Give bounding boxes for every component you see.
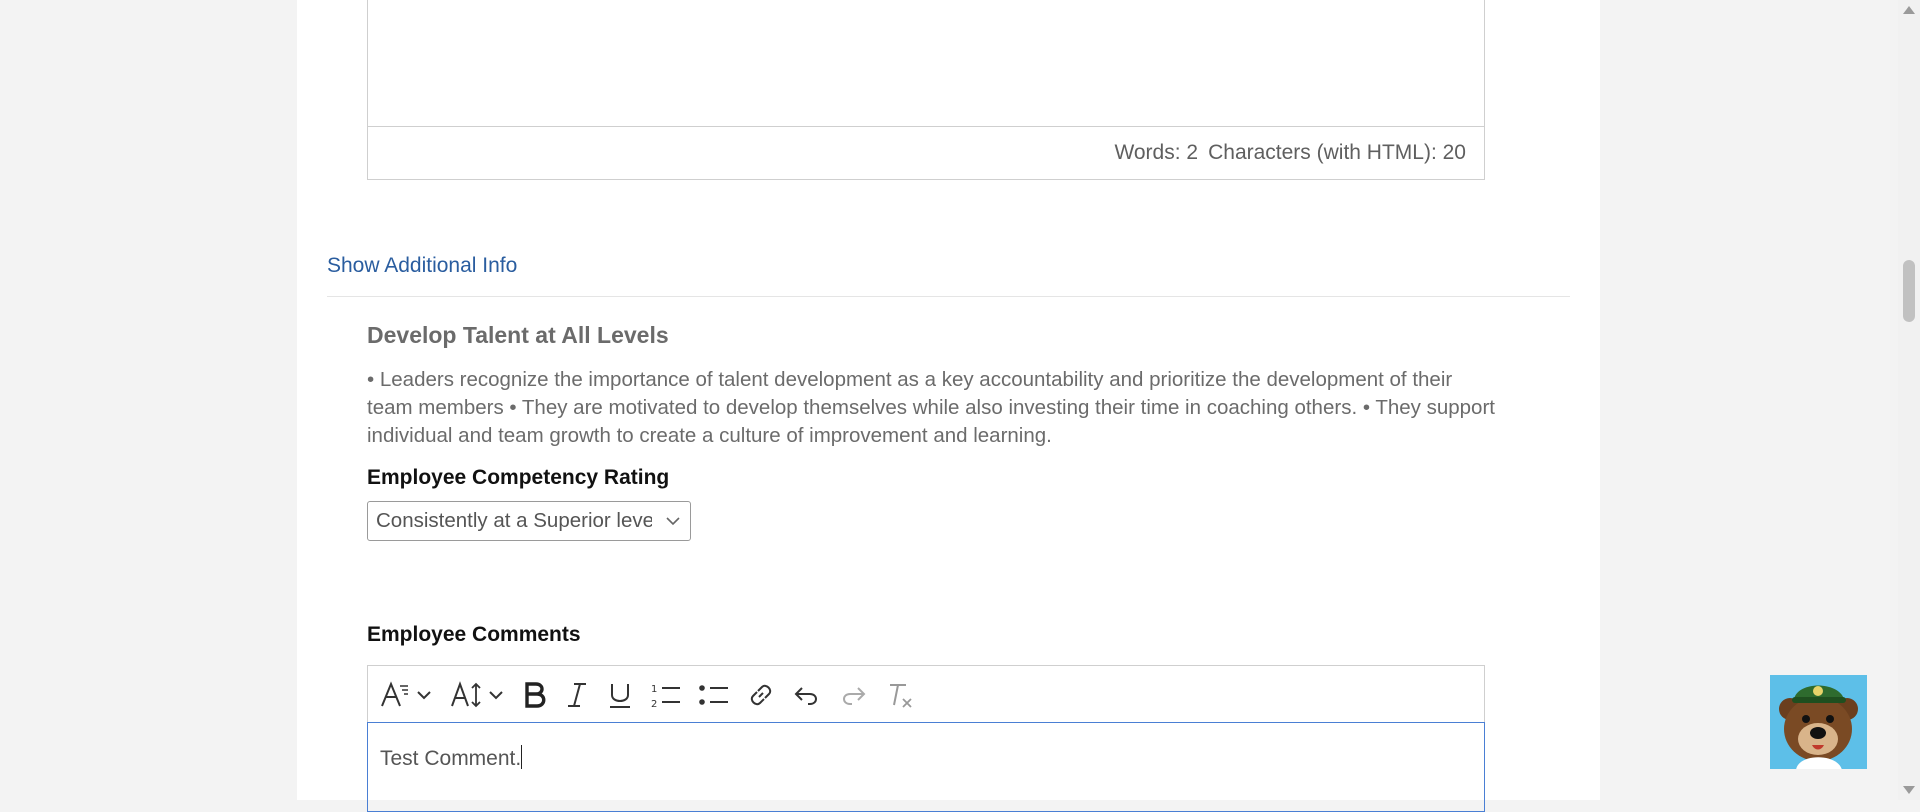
link-icon [750, 684, 772, 705]
comments-editor[interactable]: Test Comment. [367, 722, 1485, 812]
svg-text:2: 2 [651, 699, 657, 710]
underline-icon [610, 683, 630, 708]
italic-icon [568, 682, 586, 707]
main-content: Words: 2 Characters (with HTML): 20 Show… [297, 0, 1600, 812]
vertical-scrollbar[interactable] [1898, 0, 1920, 800]
undo-button[interactable] [792, 677, 822, 713]
bullet-list-button[interactable] [698, 677, 730, 713]
bear-mascot-avatar[interactable] [1770, 675, 1867, 769]
rating-selected-value: Consistently at a Superior level [376, 509, 652, 532]
bold-icon [525, 681, 546, 708]
text-caret [521, 745, 523, 769]
scroll-down-arrow-icon[interactable] [1903, 786, 1915, 794]
redo-icon [843, 686, 866, 705]
ordered-list-button[interactable]: 1 2 [650, 677, 682, 713]
bullet-list-icon [699, 684, 728, 705]
clear-format-button[interactable] [884, 677, 914, 713]
font-style-icon [381, 680, 431, 706]
previous-editor-area[interactable] [367, 0, 1485, 126]
show-additional-info-link[interactable]: Show Additional Info [327, 254, 517, 278]
word-count: Words: 2 [1114, 141, 1199, 164]
rating-label: Employee Competency Rating [367, 466, 670, 489]
comments-text: Test Comment. [380, 747, 522, 770]
scroll-thumb[interactable] [1903, 260, 1915, 322]
ordered-list-icon: 1 2 [651, 684, 680, 710]
comments-label: Employee Comments [367, 623, 581, 646]
bear-mascot-icon [1779, 685, 1858, 769]
competency-title: Develop Talent at All Levels [367, 322, 669, 348]
divider [327, 296, 1570, 297]
editor-toolbar: 1 2 [367, 665, 1485, 723]
font-style-button[interactable] [380, 677, 434, 713]
character-count: Characters (with HTML): 20 [1208, 141, 1466, 164]
chevron-down-icon [666, 517, 680, 526]
font-size-button[interactable] [450, 677, 506, 713]
rating-select[interactable]: Consistently at a Superior level [367, 501, 691, 541]
scroll-up-arrow-icon[interactable] [1903, 6, 1915, 14]
word-count-bar: Words: 2 Characters (with HTML): 20 [367, 126, 1485, 180]
clear-format-icon [890, 683, 912, 708]
italic-button[interactable] [564, 677, 590, 713]
svg-text:1: 1 [651, 684, 657, 695]
redo-button[interactable] [838, 677, 868, 713]
bold-button[interactable] [522, 677, 548, 713]
undo-icon [794, 686, 817, 705]
competency-description: • Leaders recognize the importance of ta… [367, 368, 1495, 447]
link-button[interactable] [746, 677, 776, 713]
underline-button[interactable] [606, 677, 634, 713]
font-size-icon [451, 680, 503, 707]
